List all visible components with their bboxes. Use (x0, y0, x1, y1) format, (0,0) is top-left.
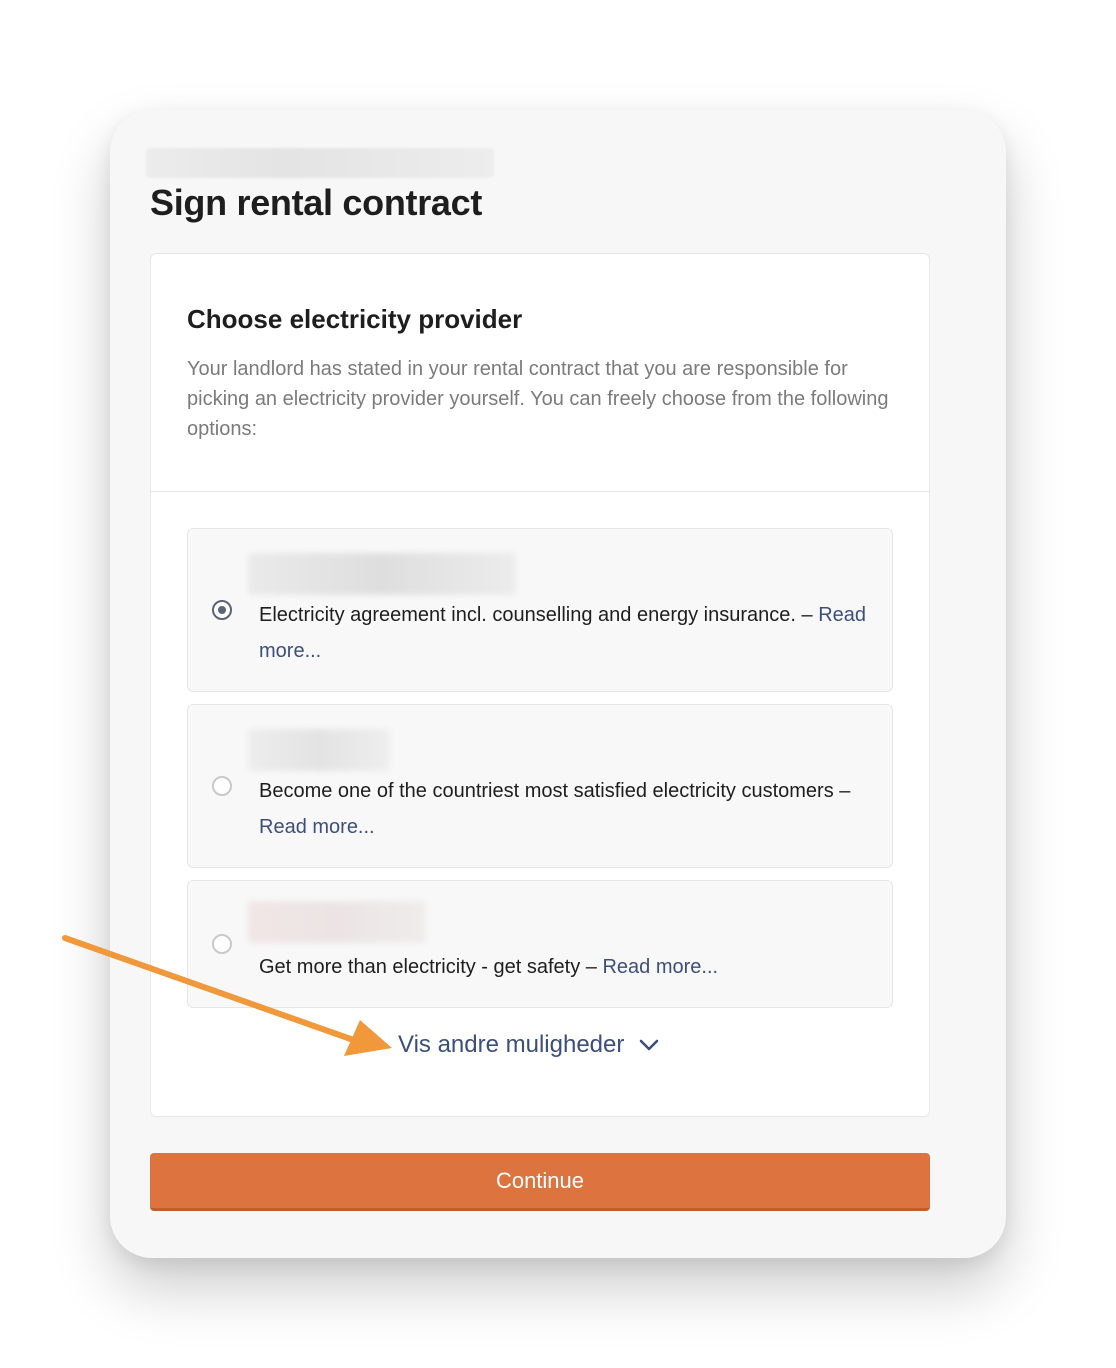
option-description: Get more than electricity - get safety –… (259, 949, 879, 985)
option-text: Electricity agreement incl. counselling … (259, 604, 813, 626)
chevron-down-icon (640, 1039, 659, 1051)
option-description: Become one of the countriest most satisf… (259, 773, 879, 845)
radio-button[interactable] (212, 776, 232, 796)
page-title: Sign rental contract (150, 182, 483, 223)
read-more-link[interactable]: Read more... (259, 816, 375, 838)
provider-logo (248, 729, 390, 771)
provider-option-1[interactable]: Electricity agreement incl. counselling … (187, 528, 893, 692)
radio-button[interactable] (212, 934, 232, 954)
option-description: Electricity agreement incl. counselling … (259, 597, 879, 669)
read-more-link[interactable]: Read more... (602, 956, 718, 978)
card-header: Choose electricity provider Your landlor… (151, 254, 929, 492)
radio-button-selected[interactable] (212, 600, 232, 620)
provider-logo (248, 901, 426, 943)
section-description: Your landlord has stated in your rental … (187, 358, 889, 440)
section-title: Choose electricity provider (187, 304, 523, 334)
continue-button[interactable]: Continue (150, 1153, 930, 1211)
show-more-label: Vis andre muligheder (398, 1031, 625, 1058)
show-more-options-button[interactable]: Vis andre muligheder (398, 1031, 660, 1059)
provider-option-2[interactable]: Become one of the countriest most satisf… (187, 704, 893, 868)
breadcrumb (146, 148, 494, 178)
provider-logo (248, 553, 516, 595)
option-text: Become one of the countriest most satisf… (259, 780, 851, 802)
app-window: Sign rental contract Choose electricity … (110, 110, 1006, 1258)
option-text: Get more than electricity - get safety – (259, 956, 597, 978)
provider-card: Choose electricity provider Your landlor… (150, 253, 930, 1117)
provider-option-3[interactable]: Get more than electricity - get safety –… (187, 880, 893, 1008)
